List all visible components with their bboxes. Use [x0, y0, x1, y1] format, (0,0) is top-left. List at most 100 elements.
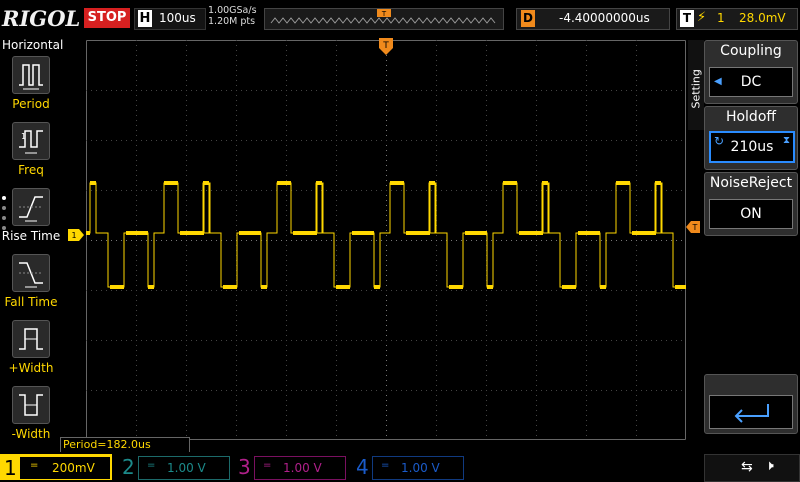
menu-title: Horizontal — [2, 38, 64, 52]
dc-coupling-icon: = — [263, 460, 272, 471]
channel1-scale: 200mV — [52, 461, 95, 475]
trace-level-segment — [180, 231, 204, 235]
noise-reject-title: NoiseReject — [709, 175, 793, 191]
dc-coupling-icon: = — [30, 460, 39, 471]
measure-neg-width-label: -Width — [11, 427, 51, 441]
channel1-number: 1 — [4, 456, 17, 480]
channel4-info: = 1.00 V — [372, 456, 464, 480]
trigger-slope-icon: ⚡ — [697, 10, 707, 25]
trigger-level-marker-label: T — [692, 223, 698, 232]
measure-period-label: Period — [12, 97, 50, 111]
trace-level-segment — [223, 285, 237, 289]
delay-value: -4.40000000us — [559, 11, 650, 25]
channel2-info: = 1.00 V — [138, 456, 230, 480]
noise-reject-softkey[interactable]: NoiseReject ON — [704, 172, 798, 236]
trace-level-segment — [487, 285, 493, 289]
sampling-info: 1.00GSa/s 1.20M pts — [208, 5, 257, 27]
channel1-tab[interactable]: 1 = 200mV — [0, 454, 112, 480]
holdoff-value-text: 210us — [730, 139, 774, 155]
channel2-scale: 1.00 V — [167, 461, 206, 475]
trace-level-segment — [449, 285, 463, 289]
trace-level-segment — [203, 181, 209, 185]
measure-neg-width-button[interactable]: -Width — [0, 386, 62, 446]
measure-pos-width-button[interactable]: +Width — [0, 320, 62, 380]
pos-width-icon — [12, 320, 50, 358]
trace-level-segment — [519, 231, 543, 235]
holdoff-value[interactable]: ↻ 210us ⧗ — [709, 131, 795, 163]
trace-level-segment — [86, 231, 90, 235]
coupling-softkey[interactable]: Coupling ◀ DC — [704, 40, 798, 104]
trace-level-segment — [261, 285, 267, 289]
measure-freq-label: Freq — [18, 163, 44, 177]
trace-level-segment — [336, 285, 350, 289]
channel2-tab[interactable]: 2 = 1.00 V — [118, 454, 230, 480]
trace-level-segment — [406, 231, 430, 235]
trigger-level: 28.0mV — [739, 11, 786, 25]
channel1-info: = 200mV — [20, 456, 110, 479]
trace-level-segment — [293, 231, 317, 235]
caret-left-icon: ◀ — [714, 76, 722, 87]
run-stop-indicator[interactable]: STOP — [84, 8, 130, 28]
channel3-scale: 1.00 V — [283, 461, 322, 475]
measure-rise-time-label: Rise Time — [1, 229, 61, 243]
trace-level-segment — [542, 181, 548, 185]
holdoff-title: Holdoff — [725, 109, 777, 125]
channel1-offset-marker-label: 1 — [71, 231, 76, 240]
trigger-status-box[interactable]: T ⚡ 1 28.0mV — [676, 8, 798, 30]
setting-tab[interactable]: Setting — [688, 40, 704, 130]
horizontal-key-label: H — [138, 10, 152, 27]
grid-lines — [86, 40, 686, 440]
waveform-display[interactable] — [86, 40, 776, 440]
timebase-box[interactable]: H 100us — [134, 8, 206, 30]
channel3-tab[interactable]: 3 = 1.00 V — [234, 454, 346, 480]
channel2-number: 2 — [122, 455, 135, 479]
trace-level-segment — [352, 231, 374, 235]
measure-fall-time-label: Fall Time — [4, 295, 58, 309]
memory-timeline[interactable]: T — [264, 8, 504, 30]
hourglass-icon: ⧗ — [782, 135, 790, 146]
trace-level-segment — [600, 285, 606, 289]
trace-level-segment — [277, 181, 291, 185]
dc-coupling-icon: = — [147, 460, 156, 471]
trace-level-segment — [578, 231, 600, 235]
svg-text:1: 1 — [21, 132, 26, 141]
trace-level-segment — [90, 181, 96, 185]
usb-icon: ⇆ — [741, 459, 753, 475]
measure-pos-width-label: +Width — [8, 361, 54, 375]
trigger-level-marker[interactable]: T — [686, 221, 700, 233]
trace-level-segment — [465, 231, 487, 235]
channel3-number: 3 — [238, 455, 251, 479]
measure-rise-time-button[interactable]: Rise Time — [0, 188, 62, 248]
measure-freq-button[interactable]: 1 Freq — [0, 122, 62, 182]
measure-period-button[interactable]: Period — [0, 56, 62, 116]
trigger-delay-box[interactable]: D -4.40000000us — [516, 8, 670, 30]
trace-level-segment — [616, 181, 630, 185]
timebase-value: 100us — [159, 11, 196, 25]
trace-level-segment — [675, 285, 689, 289]
delay-key-label: D — [521, 10, 535, 27]
trace-level-segment — [390, 181, 404, 185]
measure-fall-time-button[interactable]: Fall Time — [0, 254, 62, 314]
channel4-tab[interactable]: 4 = 1.00 V — [352, 454, 464, 480]
measurement-period-readout: Period=182.0us — [60, 437, 190, 453]
trace-level-segment — [503, 181, 517, 185]
setting-tab-label: Setting — [689, 69, 703, 109]
memory-depth: 1.20M pts — [208, 16, 256, 27]
sample-rate: 1.00GSa/s — [208, 5, 257, 16]
neg-width-icon — [12, 386, 50, 424]
holdoff-softkey[interactable]: Holdoff ↻ 210us ⧗ — [704, 106, 798, 170]
brand-logo: RIGOL — [2, 6, 81, 31]
trace-level-segment — [374, 285, 380, 289]
trace-level-segment — [239, 231, 261, 235]
coupling-value-text: DC — [740, 74, 762, 90]
trace-level-segment — [316, 181, 322, 185]
freq-icon: 1 — [12, 122, 50, 160]
channel1-offset-marker[interactable]: 1 — [68, 229, 84, 241]
speaker-muted-icon: 🕨 — [765, 458, 774, 474]
coupling-value: ◀ DC — [709, 67, 793, 97]
trace-level-segment — [110, 285, 124, 289]
trace-level-segment — [148, 285, 154, 289]
trigger-source: 1 — [717, 11, 725, 25]
trace-level-segment — [429, 181, 435, 185]
return-button[interactable] — [704, 374, 798, 434]
